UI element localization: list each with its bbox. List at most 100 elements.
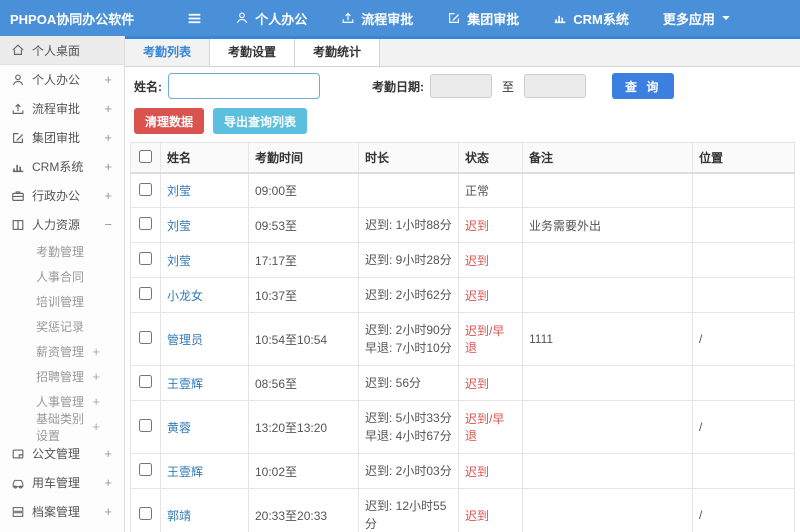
name-cell: 刘莹	[160, 172, 249, 208]
sidebar-item-personal-desktop[interactable]: 个人桌面	[0, 36, 124, 65]
row-checkbox[interactable]	[139, 217, 152, 230]
location-cell	[692, 277, 795, 313]
table-row: 刘莹 17:17至 迟到: 9小时28分 迟到	[130, 242, 795, 278]
sidebar-subitem-personnel-contract[interactable]: 人事合同	[0, 264, 124, 289]
sidebar-item-group-approval[interactable]: 集团审批 +	[0, 123, 124, 152]
sidebar-item-label: 个人桌面	[32, 43, 81, 58]
time-cell: 08:56至	[248, 365, 359, 401]
sidebar-subitem-recruitment-management[interactable]: 招聘管理 +	[0, 364, 124, 389]
employee-name-link[interactable]: 王壹辉	[167, 377, 203, 391]
column-header: 姓名	[160, 142, 249, 174]
time-cell: 10:54至10:54	[248, 312, 359, 366]
name-filter-input[interactable]	[168, 73, 320, 99]
sidebar-subitem-label: 基础类别设置	[36, 411, 85, 443]
status-cell: 迟到	[458, 242, 523, 278]
expand-toggle-icon: +	[92, 344, 100, 359]
nav-item-workflow-approval[interactable]: 流程审批	[341, 9, 413, 28]
expand-toggle-icon: +	[92, 419, 100, 434]
nav-item-label: 集团审批	[467, 11, 520, 27]
row-checkbox[interactable]	[139, 182, 152, 196]
sidebar-item-crm-system[interactable]: CRM系统 +	[0, 152, 124, 181]
table-row: 黄蓉 13:20至13:20 迟到: 5小时33分 早退: 4小时67分 迟到/早退 /	[130, 400, 795, 454]
employee-name-link[interactable]: 王壹辉	[167, 465, 203, 479]
menu-toggle-icon[interactable]	[186, 10, 203, 27]
column-header: 备注	[522, 142, 693, 174]
column-header: 考勤时间	[248, 142, 359, 174]
caret-down-icon	[721, 13, 731, 23]
location-cell: /	[692, 488, 795, 532]
tab-attendance-stats[interactable]: 考勤统计	[295, 39, 381, 66]
table-row: 小龙女 10:37至 迟到: 2小时62分 迟到	[130, 277, 795, 313]
user-icon	[235, 11, 249, 25]
sidebar-subitem-salary-management[interactable]: 薪资管理 +	[0, 339, 124, 364]
sidebar-subitem-attendance-management[interactable]: 考勤管理	[0, 239, 124, 264]
sidebar-subitem-training-management[interactable]: 培训管理	[0, 289, 124, 314]
nav-item-more-apps[interactable]: 更多应用	[663, 9, 731, 28]
nav-item-group-approval[interactable]: 集团审批	[447, 9, 519, 28]
nav-item-label: 更多应用	[662, 11, 715, 27]
archive-icon	[11, 505, 25, 519]
sidebar-item-human-resources[interactable]: 人力资源 −	[0, 210, 124, 239]
sidebar-item-personal-office[interactable]: 个人办公 +	[0, 65, 124, 94]
sidebar-item-vehicle-management[interactable]: 用车管理 +	[0, 468, 124, 497]
nav-item-personal-office[interactable]: 个人办公	[235, 9, 307, 28]
date-from-input[interactable]	[430, 74, 492, 98]
table-row: 王壹辉 08:56至 迟到: 56分 迟到	[130, 365, 795, 401]
row-checkbox[interactable]	[139, 463, 152, 476]
top-navbar: PHPOA协同办公软件 个人办公 流程审批 集团审批 CRM系统 更多应用	[0, 0, 800, 36]
time-cell: 10:02至	[248, 453, 359, 489]
edit-icon	[11, 131, 25, 145]
table-row: 刘莹 09:53至 迟到: 1小时88分 迟到 业务需要外出	[130, 207, 795, 243]
sidebar-item-workflow-approval[interactable]: 流程审批 +	[0, 94, 124, 123]
expand-toggle-icon: +	[92, 369, 100, 384]
row-checkbox[interactable]	[139, 287, 152, 300]
row-checkbox[interactable]	[139, 331, 152, 344]
sidebar-subitem-reward-punishment[interactable]: 奖惩记录	[0, 314, 124, 339]
employee-name-link[interactable]: 管理员	[167, 333, 203, 347]
filter-bar: 姓名: 考勤日期: 至 查 询	[125, 67, 800, 105]
name-cell: 黄蓉	[160, 400, 249, 454]
select-all-header	[130, 142, 161, 174]
status-badge: 正常	[465, 184, 490, 198]
duration-cell: 迟到: 5小时33分 早退: 4小时67分	[358, 400, 459, 454]
row-select-cell	[130, 277, 161, 313]
duration-cell: 迟到: 12小时55分	[358, 488, 459, 532]
employee-name-link[interactable]: 黄蓉	[167, 421, 191, 435]
export-list-button[interactable]: 导出查询列表	[213, 108, 308, 134]
row-checkbox[interactable]	[139, 419, 152, 432]
row-select-cell	[130, 400, 161, 454]
date-to-input[interactable]	[524, 74, 587, 98]
note-cell: 业务需要外出	[522, 207, 693, 243]
row-checkbox[interactable]	[139, 507, 152, 520]
name-filter-label: 姓名:	[134, 79, 162, 94]
name-cell: 小龙女	[160, 277, 249, 313]
duration-cell: 迟到: 56分	[358, 365, 459, 401]
employee-name-link[interactable]: 刘莹	[167, 219, 191, 233]
sidebar-item-project-management[interactable]: 项目管理+	[0, 526, 124, 532]
location-cell	[692, 242, 795, 278]
employee-name-link[interactable]: 刘莹	[167, 184, 191, 198]
note-cell: 1111	[522, 312, 693, 366]
nav-item-crm-system[interactable]: CRM系统	[553, 9, 629, 28]
search-button[interactable]: 查 询	[612, 73, 675, 99]
home-icon	[11, 43, 25, 57]
sidebar-subitem-label: 薪资管理	[36, 345, 85, 359]
location-cell	[692, 172, 795, 208]
employee-name-link[interactable]: 小龙女	[167, 289, 203, 303]
row-checkbox[interactable]	[139, 252, 152, 265]
expand-toggle-icon: +	[104, 159, 112, 174]
nav-item-label: 流程审批	[361, 11, 414, 27]
tab-attendance-list[interactable]: 考勤列表	[125, 39, 211, 66]
sidebar-item-admin-office[interactable]: 行政办公 +	[0, 181, 124, 210]
employee-name-link[interactable]: 刘莹	[167, 254, 191, 268]
sidebar-subitem-basic-category-settings[interactable]: 基础类别设置 +	[0, 412, 124, 443]
row-checkbox[interactable]	[139, 375, 152, 388]
employee-name-link[interactable]: 郭靖	[167, 509, 191, 523]
sidebar-item-archive-management[interactable]: 档案管理 +	[0, 497, 124, 526]
table-row: 王壹辉 10:02至 迟到: 2小时03分 迟到	[130, 453, 795, 489]
clean-data-button[interactable]: 清理数据	[134, 108, 205, 134]
row-select-cell	[130, 242, 161, 278]
row-select-cell	[130, 365, 161, 401]
tab-attendance-setup[interactable]: 考勤设置	[210, 39, 296, 66]
select-all-checkbox[interactable]	[139, 149, 152, 163]
